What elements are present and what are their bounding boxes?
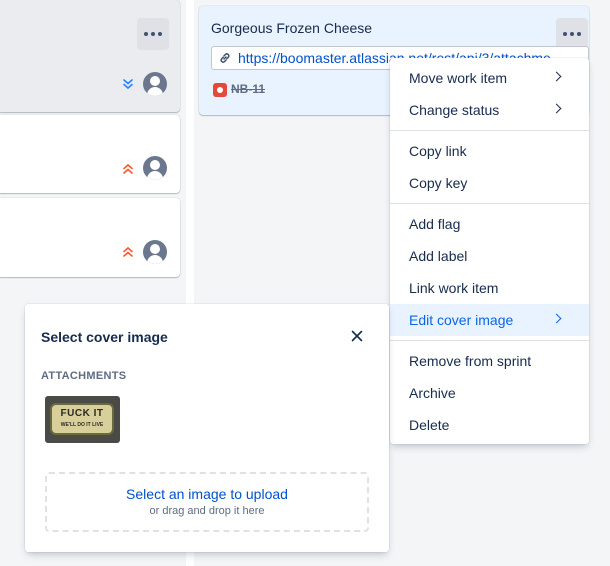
- menu-item-archive[interactable]: Archive: [390, 377, 589, 409]
- menu-item-remove-from-sprint[interactable]: Remove from sprint: [390, 345, 589, 377]
- work-item-card[interactable]: [0, 198, 180, 277]
- work-item-card[interactable]: [0, 115, 180, 193]
- menu-item-delete[interactable]: Delete: [390, 409, 589, 441]
- bug-type-icon: [213, 83, 227, 97]
- menu-item-add-flag[interactable]: Add flag: [390, 208, 589, 240]
- menu-item-label: Remove from sprint: [409, 353, 532, 369]
- menu-item-label: Move work item: [409, 70, 508, 86]
- link-icon: [220, 53, 230, 63]
- menu-item-label: Copy link: [409, 143, 467, 159]
- menu-item-edit-cover-image[interactable]: Edit cover image: [390, 304, 589, 336]
- menu-item-label: Edit cover image: [409, 312, 514, 328]
- close-icon[interactable]: [349, 328, 365, 344]
- menu-item-label: Add label: [409, 248, 468, 264]
- upload-link[interactable]: Select an image to upload: [47, 486, 367, 502]
- thumbnail-text-line1: FUCK IT: [60, 408, 104, 419]
- upload-dropzone[interactable]: Select an image to upload or drag and dr…: [45, 472, 369, 532]
- attachment-thumbnail[interactable]: FUCK IT WE'LL DO IT LIVE: [45, 396, 120, 443]
- menu-item-link-work-item[interactable]: Link work item: [390, 272, 589, 304]
- upload-hint: or drag and drop it here: [149, 505, 265, 517]
- menu-item-label: Add flag: [409, 216, 461, 232]
- assignee-avatar[interactable]: [143, 240, 167, 264]
- menu-item-copy-key[interactable]: Copy key: [390, 167, 589, 199]
- menu-item-label: Link work item: [409, 280, 499, 296]
- menu-item-move-work-item[interactable]: Move work item: [390, 62, 589, 94]
- assignee-avatar[interactable]: [143, 156, 167, 180]
- menu-item-add-label[interactable]: Add label: [390, 240, 589, 272]
- dialog-title: Select cover image: [41, 329, 168, 345]
- menu-separator: [390, 203, 589, 204]
- menu-item-label: Delete: [409, 417, 450, 433]
- chevron-right-icon: [551, 103, 562, 114]
- card-title: Gorgeous Frozen Cheese: [211, 20, 373, 36]
- assignee-avatar[interactable]: [143, 72, 167, 96]
- priority-lowest-icon: [123, 79, 133, 90]
- work-item-card[interactable]: [0, 0, 180, 112]
- menu-item-copy-link[interactable]: Copy link: [390, 135, 589, 167]
- thumbnail-patch-image: FUCK IT WE'LL DO IT LIVE: [50, 403, 114, 435]
- card-context-menu: Move work item Change status Copy link Copy…: [390, 58, 589, 444]
- chevron-right-icon: [551, 71, 562, 82]
- priority-highest-icon: [123, 163, 133, 174]
- menu-item-change-status[interactable]: Change status: [390, 94, 589, 126]
- menu-item-label: Change status: [409, 102, 500, 118]
- chevron-right-icon: [551, 313, 562, 324]
- issue-key[interactable]: NB-11: [231, 82, 265, 96]
- menu-separator: [390, 130, 589, 131]
- menu-separator: [390, 340, 589, 341]
- menu-item-label: Copy key: [409, 175, 468, 191]
- more-actions-button[interactable]: [137, 18, 169, 50]
- cover-image-dialog: Select cover image ATTACHMENTS FUCK IT W…: [25, 304, 389, 552]
- thumbnail-text-line2: WE'LL DO IT LIVE: [60, 422, 104, 428]
- attachments-heading: ATTACHMENTS: [41, 370, 127, 382]
- priority-highest-icon: [123, 246, 133, 257]
- menu-item-label: Archive: [409, 385, 456, 401]
